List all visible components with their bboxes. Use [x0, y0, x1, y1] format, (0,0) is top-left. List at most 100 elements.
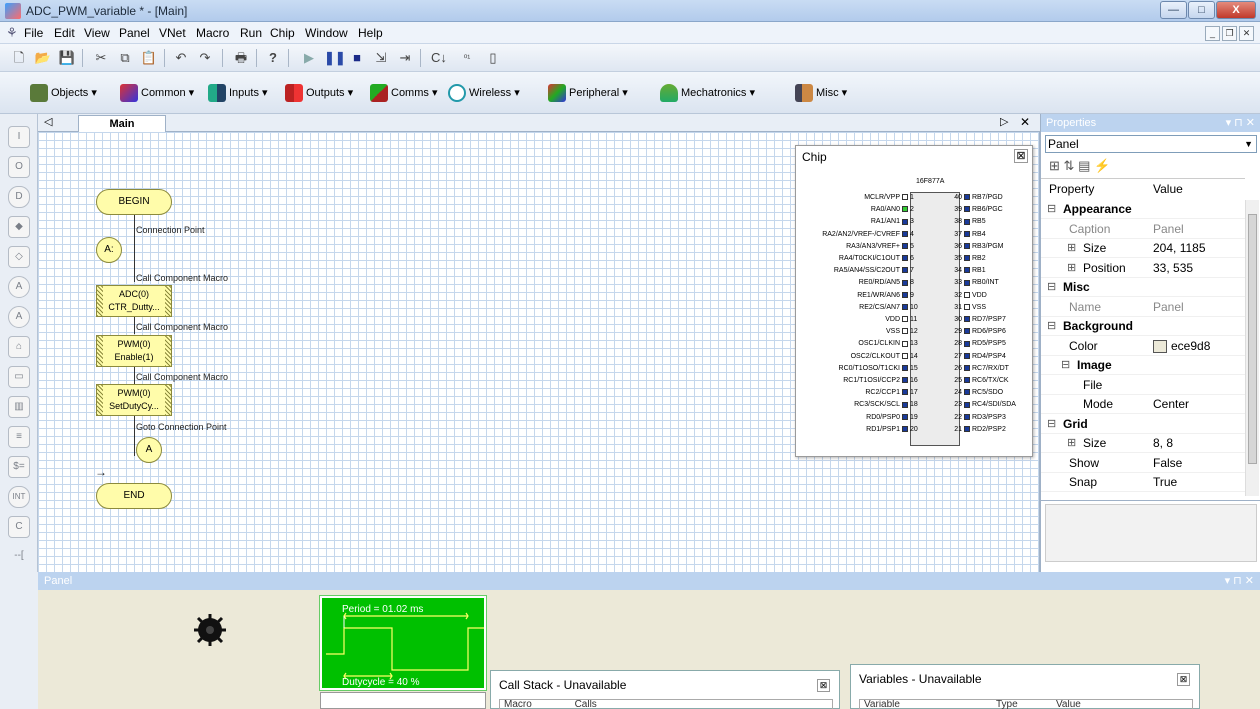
run-icon[interactable]: ▶ — [300, 49, 318, 67]
mdi-minimize-icon[interactable]: _ — [1205, 26, 1220, 41]
expander-icon[interactable]: ⊞ — [1067, 259, 1076, 278]
chip-pin-right[interactable]: 21 RD2/PSP2 — [952, 426, 1006, 434]
menu-view[interactable]: View — [84, 26, 110, 40]
menu-window[interactable]: Window — [305, 26, 348, 40]
mdi-restore-icon[interactable]: ❐ — [1222, 26, 1237, 41]
chip-pin-right[interactable]: 25 RC6/TX/CK — [952, 377, 1008, 385]
menu-edit[interactable]: Edit — [54, 26, 75, 40]
comms-dropdown[interactable]: Comms ▾ — [370, 83, 437, 103]
pause-icon[interactable]: ❚❚ — [324, 49, 346, 67]
chip-pin-right[interactable]: 26 RC7/RX/DT — [952, 365, 1009, 373]
chip-pin-right[interactable]: 39 RB6/PGC — [952, 206, 1003, 214]
property-row[interactable]: ⊟ Grid — [1041, 415, 1245, 434]
sort-az-icon[interactable]: ⇅ — [1064, 158, 1075, 173]
chip-pin-left[interactable]: MCLR/VPP 1 — [864, 194, 920, 202]
tab-main[interactable]: Main — [78, 115, 166, 132]
property-value-cell[interactable]: Panel — [1153, 298, 1184, 317]
copy-icon[interactable]: ⧉ — [116, 49, 134, 67]
objects-dropdown[interactable]: Objects ▾ — [30, 83, 97, 103]
goto-connection-point-a[interactable]: A — [136, 437, 162, 463]
cut-icon[interactable]: ✂ — [92, 49, 110, 67]
property-pages-icon[interactable]: ▤ — [1078, 158, 1090, 173]
menu-macro[interactable]: Macro — [196, 26, 229, 40]
wireless-dropdown[interactable]: Wireless ▾ — [448, 83, 520, 103]
chip-pin-right[interactable]: 34 RB1 — [952, 267, 985, 275]
property-row[interactable]: Caption Panel — [1041, 220, 1245, 239]
chip-pin-left[interactable]: RD1/PSP1 20 — [866, 426, 920, 434]
switch-icon[interactable]: ◇ — [8, 246, 30, 268]
chip-pin-left[interactable]: RA3/AN3/VREF+ 5 — [846, 243, 920, 251]
open-folder-icon[interactable]: 📂 — [34, 49, 52, 67]
chip-pin-right[interactable]: 31 VSS — [952, 304, 986, 312]
potentiometer-knob-icon[interactable] — [192, 612, 228, 648]
c-code-icon[interactable]: C — [8, 516, 30, 538]
property-row[interactable]: ⊞ Position 33, 535 — [1041, 259, 1245, 278]
step-into-icon[interactable]: ⇲ — [372, 49, 390, 67]
chip-pin-right[interactable]: 35 RB2 — [952, 255, 985, 263]
chip-pin-right[interactable]: 32 VDD — [952, 292, 987, 300]
step-over-icon[interactable]: ⇥ — [396, 49, 414, 67]
chip-pin-left[interactable]: OSC2/CLKOUT 14 — [851, 353, 920, 361]
decision-icon[interactable]: ◆ — [8, 216, 30, 238]
property-row[interactable]: ⊟ Image — [1041, 356, 1245, 375]
call-stack-window[interactable]: Call Stack - Unavailable ⊠ Macro Calls — [490, 670, 840, 709]
property-value-cell[interactable]: 8, 8 — [1153, 434, 1173, 453]
chip-pin-left[interactable]: RA2/AN2/VREF-/CVREF 4 — [822, 231, 920, 239]
menu-help[interactable]: Help — [358, 26, 383, 40]
chip-pin-left[interactable]: RA4/T0CKI/C1OUT 6 — [839, 255, 920, 263]
chip-pin-left[interactable]: VSS 12 — [886, 328, 920, 336]
chip-pin-left[interactable]: RD0/PSP0 19 — [866, 414, 920, 422]
mechatronics-dropdown[interactable]: Mechatronics ▾ — [660, 83, 755, 103]
property-row[interactable]: File — [1041, 376, 1245, 395]
expander-icon[interactable]: ⊟ — [1047, 317, 1056, 336]
paste-icon[interactable]: 📋 — [140, 49, 158, 67]
chip-pin-left[interactable]: RA1/AN1 3 — [871, 218, 920, 226]
properties-scrollbar[interactable] — [1245, 200, 1259, 496]
property-value-cell[interactable]: ece9d8 — [1153, 337, 1210, 356]
chip-pin-right[interactable]: 28 RD5/PSP5 — [952, 340, 1006, 348]
connection-point-a[interactable]: A: — [96, 237, 122, 263]
maximize-button[interactable]: □ — [1188, 1, 1215, 19]
component-macro-pwm-setduty[interactable]: PWM(0) SetDutyCy... — [96, 384, 172, 416]
interrupt-icon[interactable]: INT — [8, 486, 30, 508]
tab-close-icon[interactable]: ✕ — [1020, 115, 1030, 129]
chip-pin-left[interactable]: RC2/CCP1 17 — [865, 389, 920, 397]
tab-back-icon[interactable]: ◁ — [44, 115, 52, 128]
component-macro-icon[interactable]: ▥ — [8, 396, 30, 418]
chip-close-icon[interactable]: ⊠ — [1014, 149, 1028, 163]
mdi-close-icon[interactable]: ✕ — [1239, 26, 1254, 41]
chip-pin-right[interactable]: 29 RD6/PSP6 — [952, 328, 1006, 336]
outputs-dropdown[interactable]: Outputs ▾ — [285, 83, 353, 103]
loop-icon[interactable]: ⌂ — [8, 336, 30, 358]
input-icon[interactable]: I — [8, 126, 30, 148]
stop-icon[interactable]: ■ — [348, 49, 366, 67]
menu-panel[interactable]: Panel — [119, 26, 150, 40]
expander-icon[interactable]: ⊟ — [1047, 415, 1056, 434]
property-value-cell[interactable]: Center — [1153, 395, 1189, 414]
inputs-dropdown[interactable]: Inputs ▾ — [208, 83, 268, 103]
chip-pin-left[interactable]: RE1/WR/AN6 9 — [857, 292, 920, 300]
end-terminal[interactable]: END — [96, 483, 172, 509]
calculation-icon[interactable]: ≡ — [8, 426, 30, 448]
string-icon[interactable]: $= — [8, 456, 30, 478]
categorized-icon[interactable]: ⊞ — [1049, 158, 1060, 173]
variables-window[interactable]: Variables - Unavailable ⊠ Variable Type Va… — [850, 664, 1200, 709]
property-value-cell[interactable]: 204, 1185 — [1153, 239, 1206, 258]
property-value-cell[interactable]: True — [1153, 473, 1177, 492]
chip-pin-right[interactable]: 23 RC4/SDI/SDA — [952, 401, 1016, 409]
call-stack-close-icon[interactable]: ⊠ — [817, 679, 830, 692]
undo-icon[interactable]: ↶ — [172, 49, 190, 67]
chip-pin-left[interactable]: RE0/RD/AN5 8 — [859, 279, 920, 287]
chip-pin-right[interactable]: 27 RD4/PSP4 — [952, 353, 1006, 361]
tab-nav-icon[interactable]: ▷ — [1000, 115, 1008, 128]
peripheral-dropdown[interactable]: Peripheral ▾ — [548, 83, 628, 103]
property-value-cell[interactable]: 33, 535 — [1153, 259, 1193, 278]
misc-dropdown[interactable]: Misc ▾ — [795, 83, 847, 103]
save-icon[interactable]: 💾 — [58, 49, 76, 67]
menu-file[interactable]: File — [24, 26, 43, 40]
delay-icon[interactable]: D — [8, 186, 30, 208]
menu-vnet[interactable]: VNet — [159, 26, 186, 40]
property-row[interactable]: Snap True — [1041, 473, 1245, 492]
chip-pin-left[interactable]: RC0/T1OSO/T1CKI 15 — [839, 365, 920, 373]
property-row[interactable]: ⊟ Background — [1041, 317, 1245, 336]
